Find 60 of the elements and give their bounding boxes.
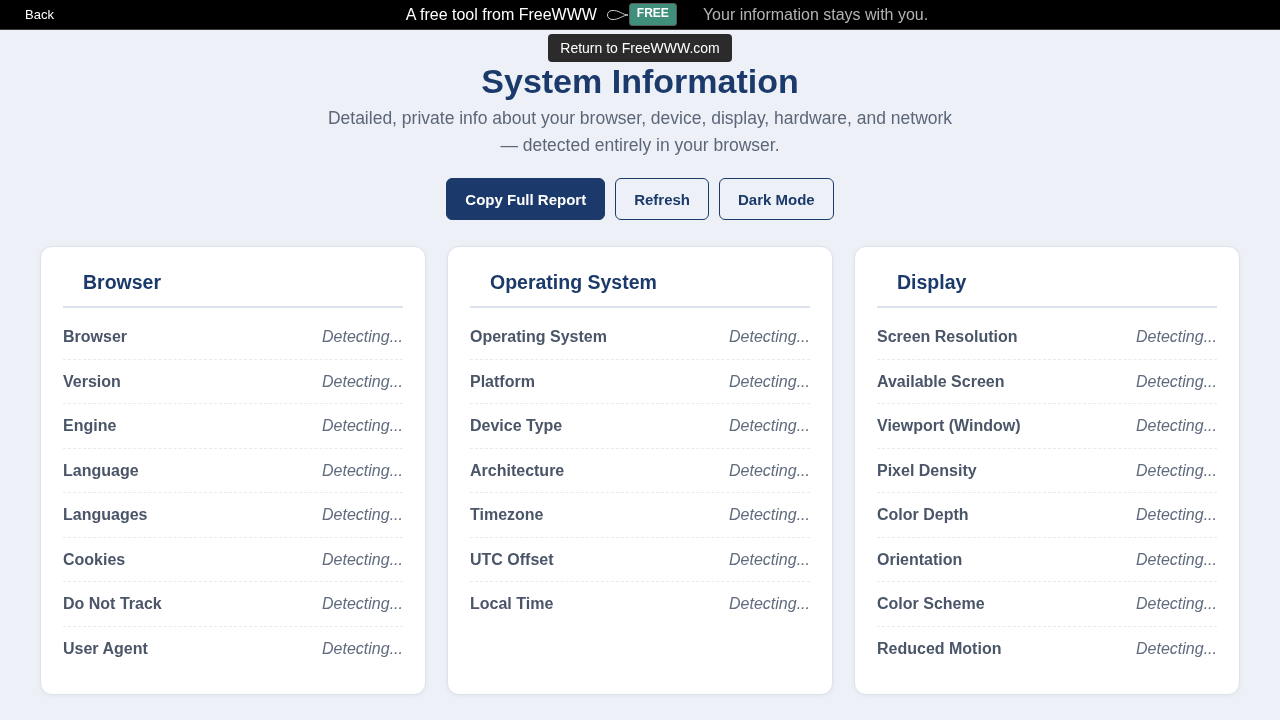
tooltip: Return to FreeWWW.com bbox=[548, 34, 732, 62]
info-label: Local Time bbox=[470, 594, 554, 614]
primary-button[interactable]: Copy Full Report bbox=[446, 178, 606, 220]
info-value: Detecting... bbox=[322, 594, 403, 614]
info-label: Architecture bbox=[470, 460, 565, 481]
info-label: Color Scheme bbox=[877, 594, 985, 614]
info-label: Version bbox=[63, 371, 121, 392]
info-value: Detecting... bbox=[729, 505, 810, 525]
info-label: Platform bbox=[470, 371, 535, 392]
info-value: Detecting... bbox=[1136, 460, 1217, 481]
page-description: Detailed, private info about your browser, device, display, hardware, and network — detected entirely in your browser. bbox=[327, 107, 953, 157]
info-value: Detecting... bbox=[729, 594, 810, 614]
info-label: Available Screen bbox=[877, 371, 1005, 392]
info-label: Operating System bbox=[470, 327, 607, 347]
info-value: Detecting... bbox=[322, 416, 403, 436]
info-label: User Agent bbox=[63, 638, 148, 659]
info-value: Detecting... bbox=[729, 416, 810, 436]
card-title: Operating System bbox=[470, 269, 810, 308]
card-title: Browser bbox=[63, 269, 403, 308]
free-tag-link[interactable]: FREE bbox=[628, 3, 677, 26]
info-value: Detecting... bbox=[729, 371, 810, 392]
outline-button[interactable]: Dark Mode bbox=[719, 178, 834, 220]
info-value: Detecting... bbox=[322, 371, 403, 392]
info-value: Detecting... bbox=[1136, 549, 1217, 570]
info-value: Detecting... bbox=[729, 460, 810, 481]
info-value: Detecting... bbox=[1136, 416, 1217, 436]
info-label: UTC Offset bbox=[470, 549, 554, 570]
info-label: Language bbox=[63, 460, 139, 481]
tagline: A free tool from FreeWWW bbox=[405, 5, 597, 24]
outline-button[interactable]: Refresh bbox=[615, 178, 709, 220]
info-value: Detecting... bbox=[322, 505, 403, 525]
info-value: Detecting... bbox=[322, 327, 403, 347]
info-value: Detecting... bbox=[322, 549, 403, 570]
page-title: System Information bbox=[481, 64, 799, 98]
info-value: Detecting... bbox=[729, 549, 810, 570]
privacy-note: Your information stays with you. bbox=[702, 5, 929, 24]
info-label: Orientation bbox=[877, 549, 963, 570]
info-value: Detecting... bbox=[322, 638, 403, 659]
info-label: Color Depth bbox=[877, 505, 969, 525]
info-value: Detecting... bbox=[1136, 638, 1217, 659]
info-label: Timezone bbox=[470, 505, 544, 525]
info-label: Cookies bbox=[63, 549, 126, 570]
info-value: Detecting... bbox=[1136, 327, 1217, 347]
info-label: Pixel Density bbox=[877, 460, 977, 481]
info-label: Screen Resolution bbox=[877, 327, 1018, 347]
string-loop-icon bbox=[604, 8, 629, 21]
info-label: Viewport (Window) bbox=[877, 416, 1021, 436]
info-value: Detecting... bbox=[1136, 371, 1217, 392]
info-value: Detecting... bbox=[729, 327, 810, 347]
info-label: Engine bbox=[63, 416, 117, 436]
info-value: Detecting... bbox=[1136, 505, 1217, 525]
back-button[interactable]: Back bbox=[25, 7, 54, 22]
info-label: Browser bbox=[63, 327, 128, 347]
info-value: Detecting... bbox=[1136, 594, 1217, 614]
info-label: Do Not Track bbox=[63, 594, 162, 614]
info-label: Device Type bbox=[470, 416, 563, 436]
info-label: Languages bbox=[63, 505, 148, 525]
info-label: Reduced Motion bbox=[877, 638, 1002, 659]
card-title: Display bbox=[877, 269, 1217, 308]
info-value: Detecting... bbox=[322, 460, 403, 481]
